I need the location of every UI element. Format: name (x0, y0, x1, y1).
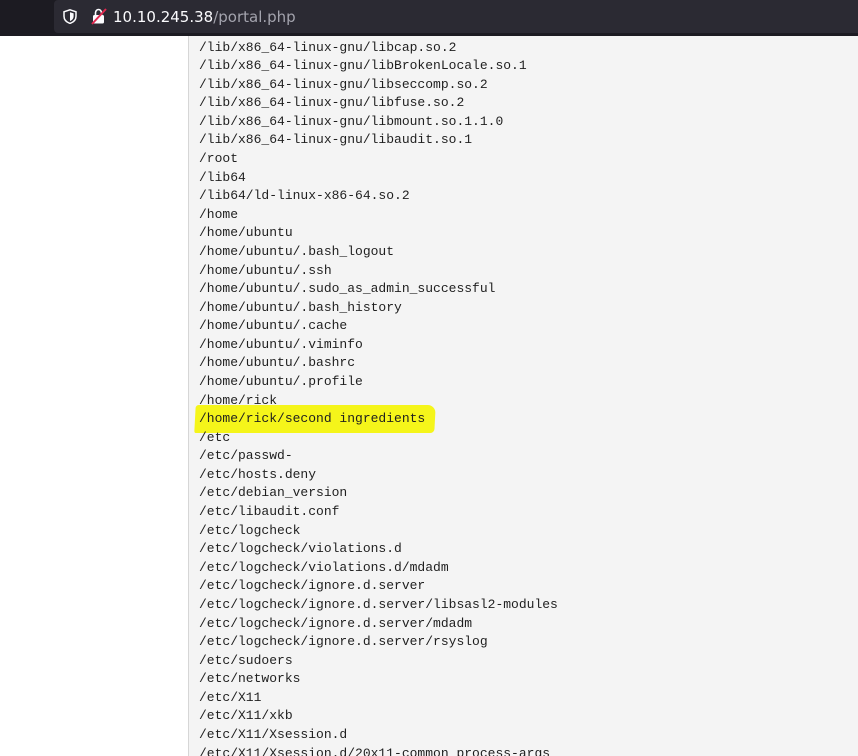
path-line: /etc/libaudit.conf (199, 504, 340, 520)
toolbar: 10.10.245.38/portal.php (0, 0, 858, 36)
insecure-connection-icon[interactable] (91, 8, 107, 25)
path-line: /home/ubuntu/.bash_logout (199, 243, 395, 259)
path-line: /lib/x86_64-linux-gnu/libcap.so.2 (199, 39, 457, 55)
path-line: /home/ubuntu (199, 225, 293, 241)
path-line: /lib/x86_64-linux-gnu/libfuse.so.2 (199, 95, 465, 111)
tracking-protection-icon[interactable] (63, 9, 77, 24)
path-line: /lib/x86_64-linux-gnu/libseccomp.so.2 (199, 76, 488, 92)
path-line: /etc/logcheck/ignore.d.server (199, 578, 426, 594)
url-path: /portal.php (213, 8, 296, 26)
url-text[interactable]: 10.10.245.38/portal.php (113, 7, 296, 27)
page-content: /lib/x86_64-linux-gnu/libapparmor.so.1.7… (0, 36, 858, 756)
path-line: /lib64 (199, 169, 246, 185)
path-line: /home/rick (199, 392, 278, 408)
path-line: /etc/passwd- (199, 448, 293, 464)
path-line: /etc/logcheck (199, 522, 301, 538)
path-line: /etc/debian_version (199, 485, 348, 501)
path-line: /lib/x86_64-linux-gnu/libBrokenLocale.so… (199, 58, 527, 74)
path-line: /etc/sudoers (199, 652, 293, 668)
path-line: /root (199, 151, 239, 167)
path-line: /etc/X11 (199, 689, 262, 705)
path-line: /etc/logcheck/ignore.d.server/mdadm (199, 615, 473, 631)
path-line: /etc (199, 429, 231, 445)
path-line: /etc/logcheck/violations.d (199, 541, 402, 557)
path-line: /etc/logcheck/ignore.d.server/libsasl2-m… (199, 596, 558, 612)
path-line: /home/ubuntu/.bashrc (199, 355, 356, 371)
path-line: /etc/logcheck/ignore.d.server/rsyslog (199, 634, 488, 650)
path-line: /etc/logcheck/violations.d/mdadm (199, 559, 449, 575)
path-line: /home/ubuntu/.viminfo (199, 336, 363, 352)
path-line: /home/ubuntu/.cache (199, 318, 348, 334)
path-line: /home/ubuntu/.profile (199, 373, 363, 389)
path-line: /home/ubuntu/.ssh (199, 262, 332, 278)
path-line: /home/ubuntu/.bash_history (199, 299, 402, 315)
path-line: /lib/x86_64-linux-gnu/libmount.so.1.1.0 (199, 113, 504, 129)
path-line: /etc/X11/Xsession.d/20x11-common_process… (199, 745, 551, 756)
highlighted-path-line: /home/rick/second ingredients (199, 411, 426, 427)
file-listing-box: /lib/x86_64-linux-gnu/libapparmor.so.1.7… (188, 36, 858, 756)
path-line: /lib64/ld-linux-x86-64.so.2 (199, 188, 410, 204)
path-line: /home/ubuntu/.sudo_as_admin_successful (199, 281, 496, 297)
path-line: /etc/X11/Xsession.d (199, 726, 348, 742)
url-host: 10.10.245.38 (113, 8, 214, 26)
path-line: /home (199, 206, 239, 222)
path-line: /etc/X11/xkb (199, 708, 293, 724)
path-line: /lib/x86_64-linux-gnu/libaudit.so.1 (199, 132, 473, 148)
path-line: /etc/hosts.deny (199, 466, 317, 482)
file-listing: /lib/x86_64-linux-gnu/libapparmor.so.1.7… (199, 36, 558, 756)
path-line: /etc/networks (199, 671, 301, 687)
url-bar[interactable]: 10.10.245.38/portal.php (54, 0, 858, 33)
